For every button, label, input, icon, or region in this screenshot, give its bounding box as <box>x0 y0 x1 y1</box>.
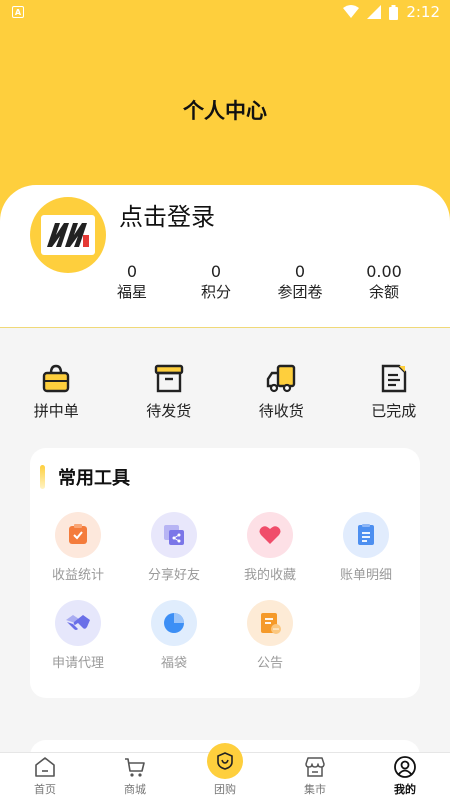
tool-label: 公告 <box>256 656 283 671</box>
tab-label: 团购 <box>214 783 236 796</box>
stat-label: 参团卷 <box>277 283 323 301</box>
app-notification-icon: A <box>12 6 24 18</box>
tab-mine[interactable]: 我的 <box>360 753 450 800</box>
profile-card: 点击登录 0 福星 0 积分 0 参团卷 0.00 余额 <box>0 185 450 328</box>
stat-balance[interactable]: 0.00 余额 <box>342 262 426 302</box>
earnings-icon <box>55 512 101 558</box>
order-to-receive-button[interactable]: 待收货 <box>225 330 338 450</box>
tab-label: 我的 <box>394 783 416 796</box>
shopping-bag-icon <box>43 364 70 393</box>
bottom-tab-bar: 首页 商城 团购 集市 我的 <box>0 743 450 800</box>
order-label: 待收货 <box>258 402 304 420</box>
logo-icon <box>41 215 95 255</box>
stat-label: 积分 <box>200 283 231 301</box>
section-accent-bar <box>40 465 45 489</box>
completed-document-icon <box>381 364 406 393</box>
tool-label: 分享好友 <box>147 568 200 583</box>
battery-icon <box>389 4 399 20</box>
order-status-row: 拼中单 待发货 待收货 已完成 <box>0 330 450 450</box>
tab-label: 首页 <box>34 783 56 796</box>
tab-market[interactable]: 集市 <box>270 753 360 800</box>
group-buy-icon <box>207 743 243 779</box>
tool-label: 账单明细 <box>339 568 392 583</box>
stat-fuxing[interactable]: 0 福星 <box>90 262 174 302</box>
market-icon <box>305 757 325 777</box>
tool-share[interactable]: 分享好友 <box>126 512 222 600</box>
stat-points[interactable]: 0 积分 <box>174 262 258 302</box>
tab-label: 商城 <box>124 783 146 796</box>
common-tools-card: 常用工具 收益统计 分享好友 我的收藏 账单明细 申请代理 福袋 公告 <box>30 448 420 698</box>
home-icon <box>35 757 55 777</box>
stat-value: 0 <box>126 262 138 281</box>
box-icon <box>154 364 183 393</box>
order-won-button[interactable]: 拼中单 <box>0 330 113 450</box>
stat-value: 0.00 <box>366 262 402 281</box>
bill-icon <box>343 512 389 558</box>
order-to-ship-button[interactable]: 待发货 <box>113 330 226 450</box>
page-title: 个人中心 <box>183 99 267 123</box>
handshake-icon <box>55 600 101 646</box>
tool-announcement[interactable]: 公告 <box>222 600 318 688</box>
tab-home[interactable]: 首页 <box>0 753 90 800</box>
stat-value: 0 <box>294 262 306 281</box>
tool-lucky-bag[interactable]: 福袋 <box>126 600 222 688</box>
order-label: 拼中单 <box>33 402 79 420</box>
tool-favorites[interactable]: 我的收藏 <box>222 512 318 600</box>
stat-label: 福星 <box>116 283 147 301</box>
stat-value: 0 <box>210 262 222 281</box>
notice-icon <box>247 600 293 646</box>
tool-label: 福袋 <box>160 656 187 671</box>
cart-icon <box>125 758 145 777</box>
tool-apply-agent[interactable]: 申请代理 <box>30 600 126 688</box>
login-link[interactable]: 点击登录 <box>119 197 215 232</box>
user-icon <box>394 756 416 778</box>
tool-label: 我的收藏 <box>243 568 296 583</box>
order-label: 已完成 <box>371 402 417 420</box>
tool-label: 申请代理 <box>51 656 104 671</box>
tool-bill-details[interactable]: 账单明细 <box>318 512 414 600</box>
stat-group-coupons[interactable]: 0 参团卷 <box>258 262 342 302</box>
order-label: 待发货 <box>146 402 192 420</box>
section-title: 常用工具 <box>58 468 130 489</box>
order-completed-button[interactable]: 已完成 <box>338 330 450 450</box>
tools-grid: 收益统计 分享好友 我的收藏 账单明细 申请代理 福袋 公告 <box>30 512 420 688</box>
tool-earnings[interactable]: 收益统计 <box>30 512 126 600</box>
heart-icon <box>247 512 293 558</box>
status-bar: A 2:12 <box>0 0 450 24</box>
share-icon <box>151 512 197 558</box>
wifi-icon <box>343 5 360 18</box>
profile-stats: 0 福星 0 积分 0 参团卷 0.00 余额 <box>90 262 450 302</box>
tab-mall[interactable]: 商城 <box>90 753 180 800</box>
tab-group-buy[interactable]: 团购 <box>180 743 270 800</box>
stat-label: 余额 <box>368 283 399 301</box>
truck-icon <box>267 364 296 393</box>
tool-label: 收益统计 <box>51 568 104 583</box>
tab-label: 集市 <box>304 783 326 796</box>
pie-icon <box>151 600 197 646</box>
status-time: 2:12 <box>406 3 440 21</box>
signal-icon <box>367 5 382 19</box>
